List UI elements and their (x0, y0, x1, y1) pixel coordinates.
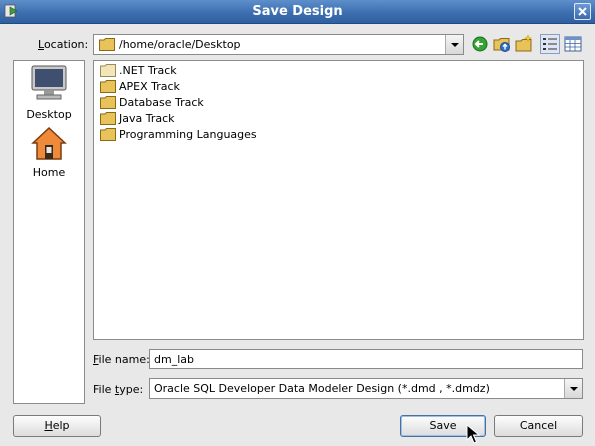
folder-icon (100, 112, 116, 125)
location-label: Location: (38, 38, 89, 51)
details-view-icon[interactable] (563, 34, 583, 54)
place-label: Desktop (26, 108, 72, 121)
folder-icon (99, 38, 115, 51)
close-button[interactable] (574, 3, 591, 20)
file-name: Database Track (119, 96, 204, 109)
up-folder-icon[interactable] (492, 34, 512, 54)
file-name-input[interactable] (149, 349, 583, 369)
file-name: Java Track (119, 112, 175, 125)
folder-icon (100, 96, 116, 109)
folder-icon (100, 64, 116, 77)
location-dropdown-button[interactable] (445, 35, 463, 54)
new-folder-icon[interactable] (514, 34, 534, 54)
dialog-title: Save Design (252, 4, 343, 19)
place-desktop[interactable]: Desktop (14, 63, 84, 123)
file-name: APEX Track (119, 80, 180, 93)
file-type-value: Oracle SQL Developer Data Modeler Design… (154, 382, 490, 395)
back-icon[interactable] (470, 34, 490, 54)
help-button[interactable]: Help (13, 415, 101, 437)
chevron-down-icon (451, 43, 459, 47)
file-type-label: File type: (93, 383, 144, 396)
file-name: .NET Track (119, 64, 177, 77)
home-icon (31, 126, 67, 160)
mouse-cursor-icon (466, 424, 481, 444)
places-panel: Desktop Home (13, 60, 85, 404)
file-name: Programming Languages (119, 128, 257, 141)
cancel-button[interactable]: Cancel (494, 415, 583, 437)
location-path: /home/oracle/Desktop (119, 38, 241, 51)
list-view-icon[interactable] (540, 34, 560, 54)
location-combo[interactable]: /home/oracle/Desktop (93, 34, 464, 55)
place-home[interactable]: Home (14, 125, 84, 183)
file-list: .NET Track APEX Track Database Track Jav… (93, 60, 584, 340)
folder-icon (100, 80, 116, 93)
file-name-label: File name: (93, 353, 150, 366)
desktop-icon (31, 65, 67, 100)
folder-icon (100, 128, 116, 141)
title-bar: Save Design (0, 0, 595, 24)
place-label: Home (32, 166, 66, 179)
file-type-combo[interactable]: Oracle SQL Developer Data Modeler Design… (149, 378, 583, 399)
file-type-dropdown-button[interactable] (564, 379, 582, 398)
chevron-down-icon (570, 387, 578, 391)
close-icon (578, 7, 587, 16)
